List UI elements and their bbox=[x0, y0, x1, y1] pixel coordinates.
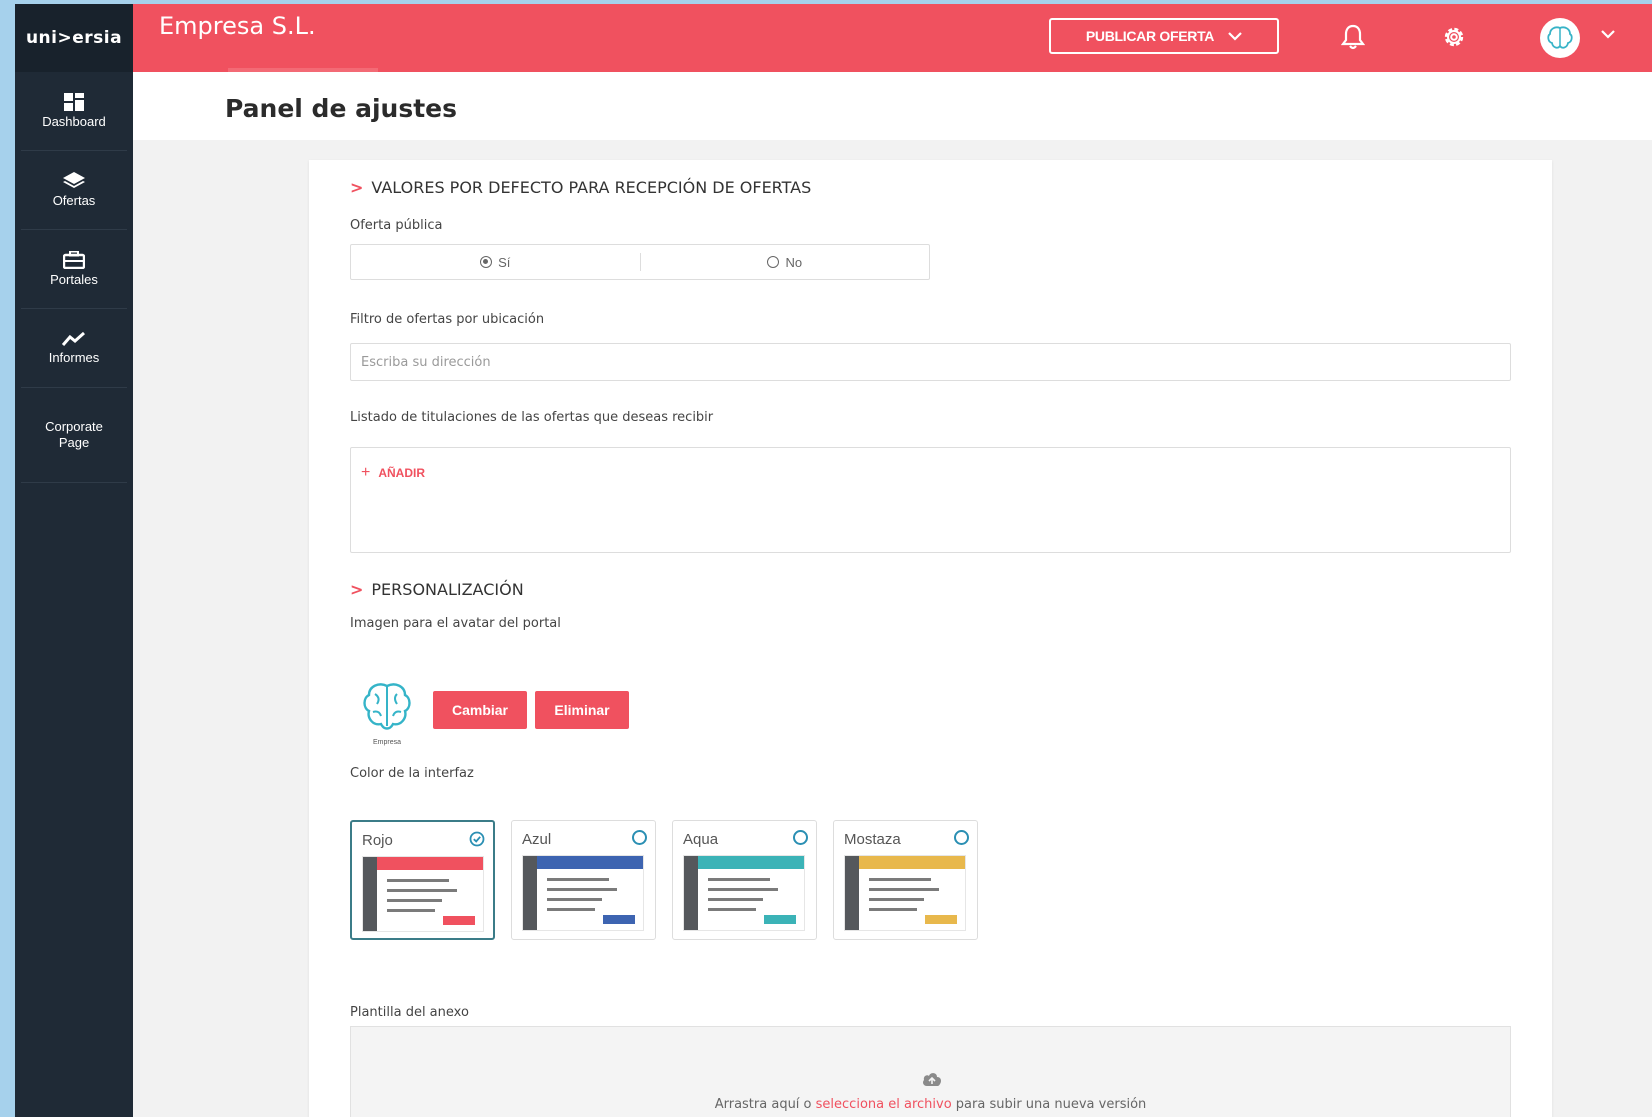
cloud-upload-icon bbox=[923, 1073, 941, 1086]
color-name: Azul bbox=[522, 831, 552, 848]
titulaciones-label: Listado de titulaciones de las ofertas q… bbox=[350, 410, 714, 425]
sidebar-item-corporate-page[interactable]: Corporate Page bbox=[21, 388, 127, 483]
change-avatar-button[interactable]: Cambiar bbox=[433, 691, 527, 729]
color-option-aqua[interactable]: Aqua bbox=[672, 820, 817, 940]
color-preview bbox=[844, 855, 966, 931]
radio-unselected-icon bbox=[954, 830, 969, 845]
color-option-mostaza[interactable]: Mostaza bbox=[833, 820, 978, 940]
radio-option-si[interactable]: Sí bbox=[351, 255, 640, 270]
publish-offer-label: PUBLICAR OFERTA bbox=[1085, 28, 1215, 44]
location-filter-input[interactable] bbox=[350, 343, 1511, 381]
logo[interactable]: uni>ersia bbox=[15, 4, 133, 72]
color-option-rojo[interactable]: Rojo bbox=[350, 820, 495, 940]
radio-unselected-icon bbox=[632, 830, 647, 845]
sidebar-item-label: Ofertas bbox=[52, 192, 96, 208]
publish-offer-button[interactable]: PUBLICAR OFERTA bbox=[1049, 18, 1279, 54]
oferta-publica-label: Oferta pública bbox=[350, 218, 443, 233]
section-title-text: PERSONALIZACIÓN bbox=[371, 580, 524, 599]
titulaciones-list: + AÑADIR bbox=[350, 447, 1511, 553]
layers-icon bbox=[63, 171, 85, 188]
sidebar-item-informes[interactable]: Informes bbox=[21, 309, 127, 388]
add-titulacion-button[interactable]: + AÑADIR bbox=[361, 464, 425, 482]
color-preview bbox=[522, 855, 644, 931]
gear-icon[interactable] bbox=[1441, 24, 1467, 50]
page-title: Panel de ajustes bbox=[225, 94, 458, 123]
chevron-down-icon bbox=[1228, 31, 1242, 41]
plus-icon: + bbox=[361, 464, 371, 481]
sidebar-item-label: Informes bbox=[48, 349, 100, 365]
dashboard-icon bbox=[64, 92, 84, 111]
check-circle-icon bbox=[469, 831, 485, 847]
briefcase-icon bbox=[63, 250, 85, 269]
app-window: uni>ersia Dashboard Ofertas Portales Inf… bbox=[15, 4, 1652, 1117]
portal-avatar-image: Empresa bbox=[359, 680, 415, 750]
section-title-text: VALORES POR DEFECTO PARA RECEPCIÓN DE OF… bbox=[371, 178, 812, 197]
file-upload-dropzone[interactable]: Arrastra aquí o selecciona el archivo pa… bbox=[350, 1026, 1511, 1117]
upload-text-after: para subir una nueva versión bbox=[955, 1097, 1147, 1112]
avatar-caption: Empresa bbox=[372, 739, 401, 746]
add-label: AÑADIR bbox=[378, 466, 426, 480]
company-name: Empresa S.L. bbox=[159, 12, 316, 40]
sidebar-item-ofertas[interactable]: Ofertas bbox=[21, 151, 127, 230]
radio-label: No bbox=[785, 254, 803, 270]
color-preview bbox=[362, 856, 484, 932]
color-preview bbox=[683, 855, 805, 931]
sidebar-item-dashboard[interactable]: Dashboard bbox=[21, 72, 127, 151]
sidebar-item-portales[interactable]: Portales bbox=[21, 230, 127, 309]
sidebar-item-label: Dashboard bbox=[42, 113, 106, 129]
chevron-right-icon: > bbox=[350, 580, 364, 599]
brain-icon bbox=[363, 683, 411, 730]
select-file-link[interactable]: selecciona el archivo bbox=[816, 1097, 952, 1112]
bell-icon[interactable] bbox=[1341, 24, 1365, 50]
radio-unselected-icon bbox=[793, 830, 808, 845]
color-name: Aqua bbox=[683, 831, 719, 848]
chevron-down-icon[interactable] bbox=[1601, 30, 1615, 39]
color-name: Mostaza bbox=[844, 831, 901, 848]
sidebar-item-label: Portales bbox=[50, 271, 98, 287]
settings-card: > VALORES POR DEFECTO PARA RECEPCIÓN DE O… bbox=[309, 160, 1552, 1117]
sidebar-item-label: Corporate Page bbox=[45, 419, 103, 450]
color-option-azul[interactable]: Azul bbox=[511, 820, 656, 940]
avatar-label: Imagen para el avatar del portal bbox=[350, 616, 561, 631]
section-title-defaults: > VALORES POR DEFECTO PARA RECEPCIÓN DE O… bbox=[350, 178, 811, 197]
template-label: Plantilla del anexo bbox=[350, 1005, 469, 1020]
upload-text-before: Arrastra aquí o bbox=[714, 1097, 812, 1112]
oferta-publica-radio-group: Sí No bbox=[350, 244, 930, 280]
delete-avatar-button[interactable]: Eliminar bbox=[535, 691, 629, 729]
upload-instructions: Arrastra aquí o selecciona el archivo pa… bbox=[351, 1097, 1510, 1112]
avatar[interactable] bbox=[1540, 18, 1580, 58]
radio-label: Sí bbox=[498, 254, 511, 270]
color-label: Color de la interfaz bbox=[350, 766, 474, 781]
top-bar: Empresa S.L. PUBLICAR OFERTA bbox=[133, 4, 1652, 72]
chart-line-icon bbox=[62, 331, 85, 346]
chevron-right-icon: > bbox=[350, 178, 364, 197]
page-header: Panel de ajustes bbox=[133, 72, 1652, 140]
filtro-label: Filtro de ofertas por ubicación bbox=[350, 312, 545, 327]
radio-option-no[interactable]: No bbox=[641, 255, 930, 270]
sidebar: uni>ersia Dashboard Ofertas Portales Inf… bbox=[15, 4, 133, 1117]
radio-selected-icon bbox=[480, 256, 493, 268]
color-name: Rojo bbox=[362, 832, 393, 849]
radio-unselected-icon bbox=[767, 256, 780, 268]
brain-icon bbox=[1547, 26, 1573, 49]
section-title-custom: > PERSONALIZACIÓN bbox=[350, 580, 524, 599]
